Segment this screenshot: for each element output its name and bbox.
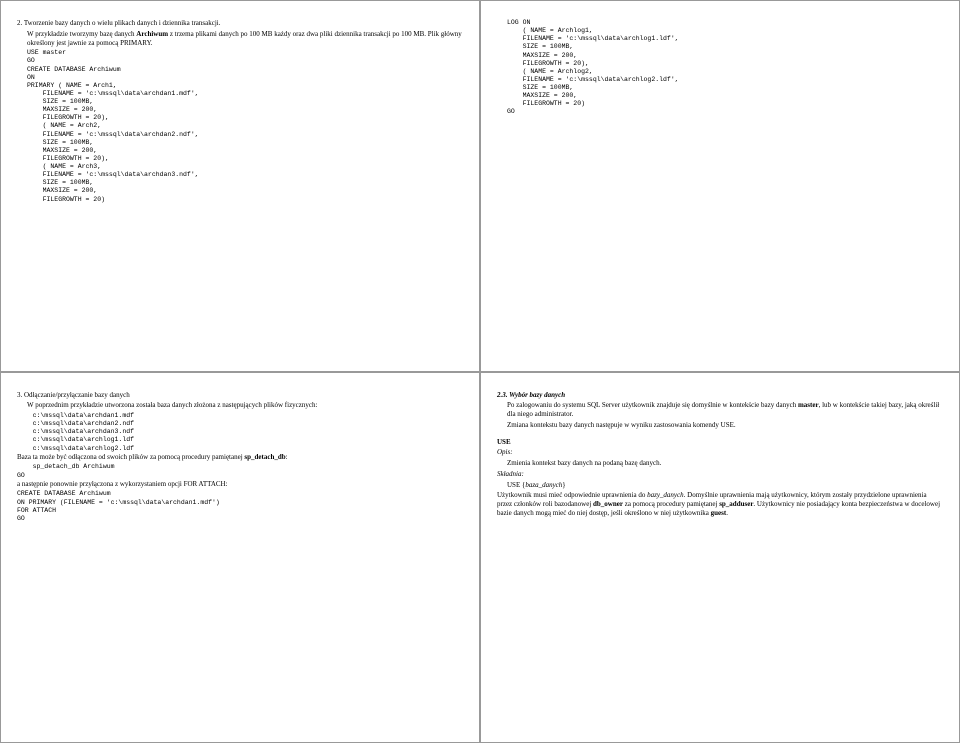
opis-label: Opis: — [497, 448, 943, 457]
code-attach: CREATE DATABASE Archiwum ON PRIMARY (FIL… — [17, 490, 463, 523]
use-keyword: USE — [497, 438, 943, 447]
skladnia-text: USE {baza_danych} — [497, 481, 943, 490]
heading-2: 2. Tworzenie bazy danych o wielu plikach… — [17, 19, 463, 28]
opis-text: Zmienia kontekst bazy danych na podaną b… — [497, 459, 943, 468]
intro-paragraph: W przykładzie tworzymy bazę danych Archi… — [17, 30, 463, 48]
login-context: Po zalogowaniu do systemu SQL Server uży… — [497, 401, 943, 419]
section-heading: 2.3. Wybór bazy danych — [497, 391, 943, 400]
page-bottom-left: 3. Odłączanie/przyłączanie bazy danych W… — [0, 372, 480, 743]
code-log-on: LOG ON ( NAME = Archlog1, FILENAME = 'c:… — [497, 19, 943, 117]
page-top-right: LOG ON ( NAME = Archlog1, FILENAME = 'c:… — [480, 0, 960, 372]
page-top-left: 2. Tworzenie bazy danych o wielu plikach… — [0, 0, 480, 372]
detach-desc: Baza ta może być odłączona od swoich pli… — [17, 453, 463, 462]
heading-3: 3. Odłączanie/przyłączanie bazy danych — [17, 391, 463, 400]
detach-intro: W poprzednim przykładzie utworzona zosta… — [17, 401, 463, 410]
code-detach: sp_detach_db Archiwum GO — [17, 463, 463, 479]
page-bottom-right: 2.3. Wybór bazy danych Po zalogowaniu do… — [480, 372, 960, 743]
attach-desc: a następnie ponownie przyłączona z wykor… — [17, 480, 463, 489]
file-list: c:\mssql\data\archdan1.mdf c:\mssql\data… — [17, 412, 463, 453]
code-create-db: USE master GO CREATE DATABASE Archiwum O… — [17, 49, 463, 203]
use-note: Zmiana kontekstu bazy danych następuje w… — [497, 421, 943, 430]
skladnia-label: Składnia: — [497, 470, 943, 479]
permissions-text: Użytkownik musi mieć odpowiednie uprawni… — [497, 491, 943, 517]
